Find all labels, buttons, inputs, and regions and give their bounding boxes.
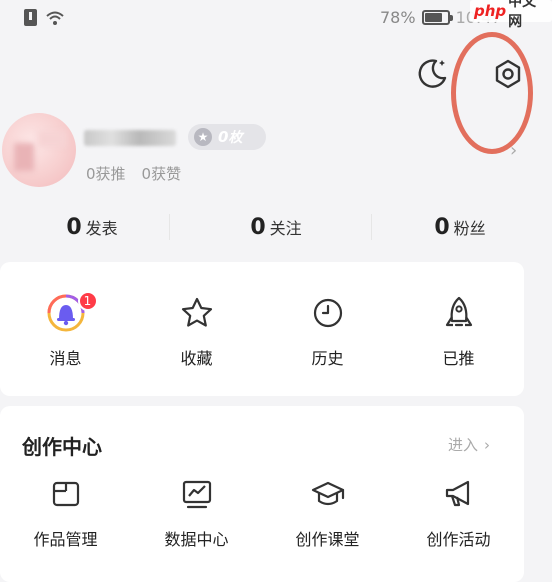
coin-count: 0 xyxy=(218,128,229,146)
status-left xyxy=(24,9,65,26)
clock-icon xyxy=(311,293,345,333)
count-label: 发表 xyxy=(85,219,118,238)
action-label: 收藏 xyxy=(180,349,213,368)
profile-stats: 0获推 0获赞 xyxy=(86,163,181,184)
action-history[interactable]: 历史 xyxy=(262,293,393,369)
moon-icon[interactable] xyxy=(416,56,450,90)
coin-badge[interactable]: ★ 0枚 xyxy=(188,124,266,150)
quick-actions-grid: 1 消息 收藏 历史 已推 xyxy=(0,291,524,369)
count-posts[interactable]: 0 发表 xyxy=(0,205,184,249)
chart-icon xyxy=(180,474,214,514)
action-label: 消息 xyxy=(49,349,82,368)
count-number: 0 xyxy=(250,214,266,240)
watermark-logo: php 中文网 xyxy=(470,0,552,30)
count-number: 0 xyxy=(434,214,450,240)
coin-star-icon: ★ xyxy=(194,128,212,146)
creation-grid: 作品管理 数据中心 创作课堂 创作活动 xyxy=(0,474,524,550)
sim-alert-icon xyxy=(24,9,37,26)
watermark-cn: 中文网 xyxy=(508,0,537,30)
creation-class[interactable]: 创作课堂 xyxy=(262,474,393,550)
avatar[interactable] xyxy=(2,113,76,187)
divider xyxy=(169,214,170,240)
enter-label: 进入 xyxy=(448,436,479,454)
count-number: 0 xyxy=(66,214,82,240)
bell-icon: 1 xyxy=(46,291,98,333)
chevron-right-icon: › xyxy=(484,435,491,454)
creation-enter-link[interactable]: 进入 › xyxy=(448,434,490,455)
profile-chevron-icon[interactable]: › xyxy=(510,140,517,161)
count-following[interactable]: 0 关注 xyxy=(184,205,368,249)
coin-unit: 枚 xyxy=(228,130,243,146)
username-blurred[interactable] xyxy=(84,130,176,146)
notification-badge: 1 xyxy=(77,291,98,311)
action-favorites[interactable]: 收藏 xyxy=(131,293,262,369)
rocket-icon xyxy=(442,293,476,333)
battery-percent: 78% xyxy=(380,8,416,27)
creation-label: 数据中心 xyxy=(164,530,229,549)
creation-label: 作品管理 xyxy=(33,530,98,549)
graduation-cap-icon xyxy=(310,474,346,514)
creation-label: 创作活动 xyxy=(426,530,491,549)
action-label: 已推 xyxy=(442,349,475,368)
action-label: 历史 xyxy=(311,349,344,368)
megaphone-icon xyxy=(442,474,476,514)
likes-count: 0获赞 xyxy=(141,165,182,183)
watermark-php: php xyxy=(474,2,507,20)
count-label: 粉丝 xyxy=(453,219,486,238)
status-bar: 78% 10:47 php 中文网 xyxy=(0,0,552,40)
recommended-count: 0获推 xyxy=(86,165,126,183)
folder-icon xyxy=(49,474,83,514)
star-icon xyxy=(180,293,214,333)
action-recommended[interactable]: 已推 xyxy=(393,293,524,369)
divider xyxy=(371,214,372,240)
wifi-icon xyxy=(46,11,64,25)
action-messages[interactable]: 1 消息 xyxy=(0,291,131,369)
creation-center-title: 创作中心 xyxy=(22,435,102,459)
creation-activities[interactable]: 创作活动 xyxy=(393,474,524,550)
coin-count-text: 0枚 xyxy=(218,127,242,147)
counts-row: 0 发表 0 关注 0 粉丝 xyxy=(0,205,552,249)
annotation-circle xyxy=(451,32,533,154)
creation-works[interactable]: 作品管理 xyxy=(0,474,131,550)
count-fans[interactable]: 0 粉丝 xyxy=(368,205,552,249)
battery-icon xyxy=(421,10,453,25)
creation-label: 创作课堂 xyxy=(295,530,360,549)
creation-data[interactable]: 数据中心 xyxy=(131,474,262,550)
count-label: 关注 xyxy=(269,219,302,238)
